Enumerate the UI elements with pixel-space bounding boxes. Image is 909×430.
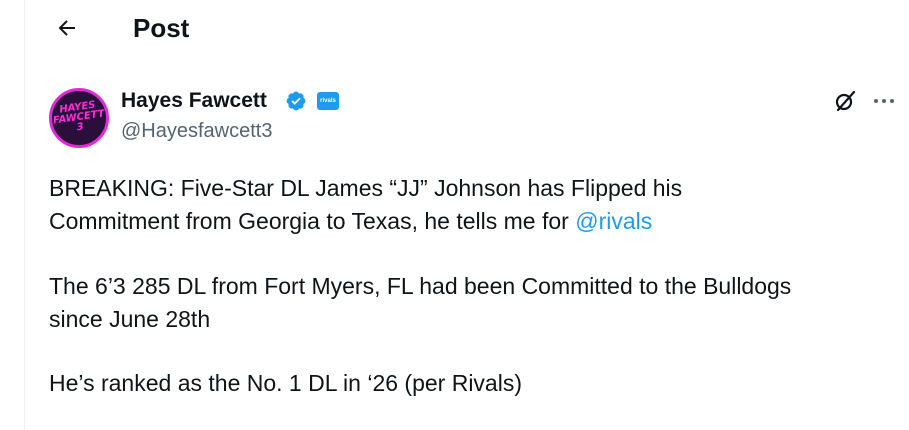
post-text: BREAKING: Five-Star DL James “JJ” Johnso… [49, 172, 904, 400]
back-button[interactable] [49, 10, 85, 46]
avatar[interactable]: HAYES FAWCETT 3 [49, 88, 109, 148]
more-horizontal-icon [874, 99, 894, 103]
post-paragraph-1: BREAKING: Five-Star DL James “JJ” Johnso… [49, 175, 683, 234]
mention-link[interactable]: @rivals [575, 208, 652, 234]
affiliate-badge[interactable]: rivals [317, 92, 339, 110]
more-options-button[interactable] [870, 88, 898, 114]
author-handle[interactable]: @Hayesfawcett3 [121, 118, 272, 144]
grok-icon [835, 90, 856, 112]
verified-badge-icon[interactable] [285, 90, 307, 112]
post-paragraph-3: He’s ranked as the No. 1 DL in ‘26 (per … [49, 370, 522, 396]
avatar-logo: HAYES FAWCETT 3 [52, 99, 106, 134]
page-header: Post [25, 0, 909, 56]
author-display-name[interactable]: Hayes Fawcett [121, 88, 267, 114]
arrow-left-icon [58, 20, 75, 36]
page-title: Post [133, 13, 190, 43]
post-paragraph-2: The 6’3 285 DL from Fort Myers, FL had b… [49, 273, 792, 332]
column-border [24, 0, 25, 430]
grok-button[interactable] [832, 88, 858, 114]
